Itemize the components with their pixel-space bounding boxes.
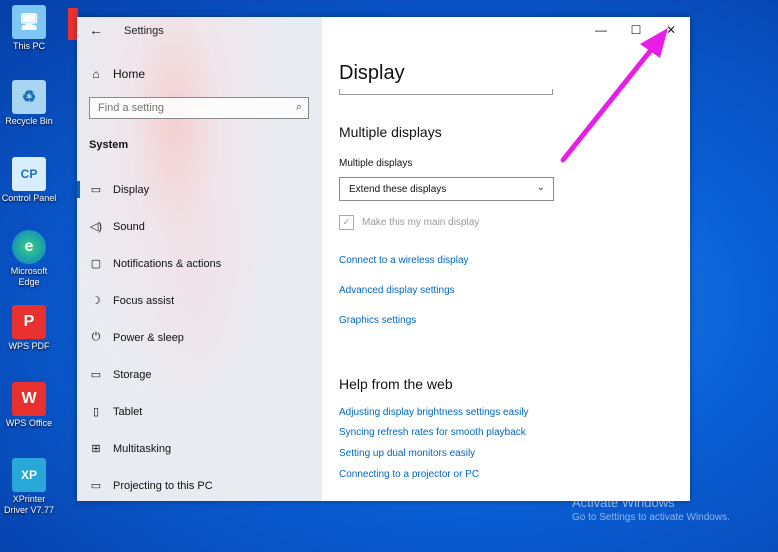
notifications-icon: ▢ bbox=[90, 258, 102, 270]
nav-list: ▭ Display ◁) Sound ▢ Notifications & act… bbox=[77, 171, 322, 504]
multiple-displays-label: Multiple displays bbox=[339, 158, 413, 169]
desktop-icon-label: Control Panel bbox=[1, 193, 57, 203]
nav-label: Focus assist bbox=[113, 294, 175, 307]
nav-label: Sound bbox=[113, 220, 145, 233]
nav-item-projecting[interactable]: ▭ Projecting to this PC bbox=[77, 467, 322, 504]
display-arrangement-box bbox=[339, 89, 553, 95]
section-title: System bbox=[89, 139, 129, 151]
title-bar: ← Settings bbox=[77, 17, 322, 45]
tablet-icon: ▯ bbox=[92, 406, 100, 418]
nav-label: Storage bbox=[113, 368, 152, 381]
nav-label: Projecting to this PC bbox=[113, 479, 213, 492]
desktop-icon-wps-pdf[interactable]: P WPS PDF bbox=[0, 305, 58, 352]
settings-window: ← Settings ⌂ Home ⌕ System ▭ Display ◁) … bbox=[77, 17, 690, 501]
desktop-icon-control-panel[interactable]: CP Control Panel bbox=[0, 157, 58, 204]
back-arrow-icon[interactable]: ← bbox=[89, 22, 103, 38]
help-link-brightness[interactable]: Adjusting display brightness settings ea… bbox=[339, 407, 529, 418]
nav-item-focus-assist[interactable]: ☽ Focus assist bbox=[77, 282, 322, 319]
desktop-icon-label: WPS Office bbox=[5, 418, 53, 428]
link-connect-wireless[interactable]: Connect to a wireless display bbox=[339, 255, 469, 266]
watermark-subtitle: Go to Settings to activate Windows. bbox=[572, 512, 730, 523]
settings-content: — ☐ ✕ Display Multiple displays Multiple… bbox=[322, 17, 690, 501]
projecting-icon: ▭ bbox=[90, 480, 102, 492]
moon-icon: ☽ bbox=[91, 295, 101, 307]
multitasking-icon: ⊞ bbox=[91, 443, 101, 455]
recycle-bin-icon: ♻ bbox=[12, 80, 46, 114]
home-label: Home bbox=[113, 67, 146, 81]
desktop-icon-xprinter[interactable]: XP XPrinter Driver V7.77 bbox=[0, 458, 58, 516]
settings-sidebar: ← Settings ⌂ Home ⌕ System ▭ Display ◁) … bbox=[77, 17, 322, 501]
chevron-down-icon: ⌄ bbox=[536, 182, 545, 193]
desktop-icon-recycle-bin[interactable]: ♻ Recycle Bin bbox=[0, 80, 58, 127]
dropdown-value: Extend these displays bbox=[349, 184, 447, 195]
desktop-icon-label: WPS PDF bbox=[8, 341, 50, 351]
main-display-label: Make this my main display bbox=[362, 217, 480, 228]
storage-icon: ▭ bbox=[90, 369, 102, 381]
nav-label: Power & sleep bbox=[113, 331, 184, 344]
main-display-checkbox-row: ✓ Make this my main display bbox=[339, 215, 479, 230]
activation-watermark: Activate Windows Go to Settings to activ… bbox=[572, 495, 730, 523]
maximize-button[interactable]: ☐ bbox=[625, 23, 647, 37]
xprinter-icon: XP bbox=[12, 458, 46, 492]
control-panel-icon: CP bbox=[12, 157, 46, 191]
nav-label: Multitasking bbox=[113, 442, 172, 455]
multiple-displays-heading: Multiple displays bbox=[339, 124, 442, 140]
monitor-icon: ▭ bbox=[90, 184, 102, 196]
search-input[interactable] bbox=[90, 98, 278, 118]
page-title: Display bbox=[339, 62, 405, 84]
nav-label: Display bbox=[113, 183, 150, 196]
nav-item-storage[interactable]: ▭ Storage bbox=[77, 356, 322, 393]
main-display-checkbox: ✓ bbox=[339, 215, 354, 230]
multiple-displays-dropdown[interactable]: Extend these displays ⌄ bbox=[339, 177, 554, 201]
nav-item-notifications[interactable]: ▢ Notifications & actions bbox=[77, 245, 322, 282]
help-link-refresh[interactable]: Syncing refresh rates for smooth playbac… bbox=[339, 427, 526, 438]
help-link-dual-monitors[interactable]: Setting up dual monitors easily bbox=[339, 448, 475, 459]
home-nav-item[interactable]: ⌂ Home bbox=[89, 67, 145, 81]
nav-label: Tablet bbox=[113, 405, 143, 418]
window-title: Settings bbox=[124, 25, 164, 37]
power-icon: ⏻ bbox=[91, 331, 101, 343]
wps-pdf-icon: P bbox=[12, 305, 46, 339]
close-button[interactable]: ✕ bbox=[660, 23, 682, 37]
link-advanced-display[interactable]: Advanced display settings bbox=[339, 285, 455, 296]
this-pc-icon: 🖥 bbox=[12, 5, 46, 39]
watermark-title: Activate Windows bbox=[572, 495, 675, 510]
search-icon[interactable]: ⌕ bbox=[296, 101, 302, 114]
wps-office-icon: W bbox=[12, 382, 46, 416]
nav-item-power-sleep[interactable]: ⏻ Power & sleep bbox=[77, 319, 322, 356]
desktop-icon-label: Microsoft Edge bbox=[10, 266, 48, 287]
nav-item-display[interactable]: ▭ Display bbox=[77, 171, 322, 208]
desktop-icon-label: XPrinter Driver V7.77 bbox=[3, 494, 55, 515]
desktop-icon-label: This PC bbox=[12, 41, 45, 51]
desktop-icon-edge[interactable]: e Microsoft Edge bbox=[0, 230, 58, 288]
desktop-icon-wps-office[interactable]: W WPS Office bbox=[0, 382, 58, 429]
search-box[interactable]: ⌕ bbox=[89, 97, 309, 119]
nav-item-tablet[interactable]: ▯ Tablet bbox=[77, 393, 322, 430]
speaker-icon: ◁) bbox=[89, 221, 103, 233]
link-graphics-settings[interactable]: Graphics settings bbox=[339, 315, 416, 326]
nav-item-sound[interactable]: ◁) Sound bbox=[77, 208, 322, 245]
desktop-icon-label: Recycle Bin bbox=[5, 116, 53, 126]
minimize-button[interactable]: — bbox=[590, 23, 612, 37]
help-link-projector[interactable]: Connecting to a projector or PC bbox=[339, 469, 479, 480]
desktop-icon-this-pc[interactable]: 🖥 This PC bbox=[0, 5, 58, 52]
nav-item-multitasking[interactable]: ⊞ Multitasking bbox=[77, 430, 322, 467]
edge-icon: e bbox=[12, 230, 46, 264]
nav-label: Notifications & actions bbox=[113, 257, 222, 270]
home-icon: ⌂ bbox=[92, 67, 100, 81]
help-heading: Help from the web bbox=[339, 376, 453, 392]
